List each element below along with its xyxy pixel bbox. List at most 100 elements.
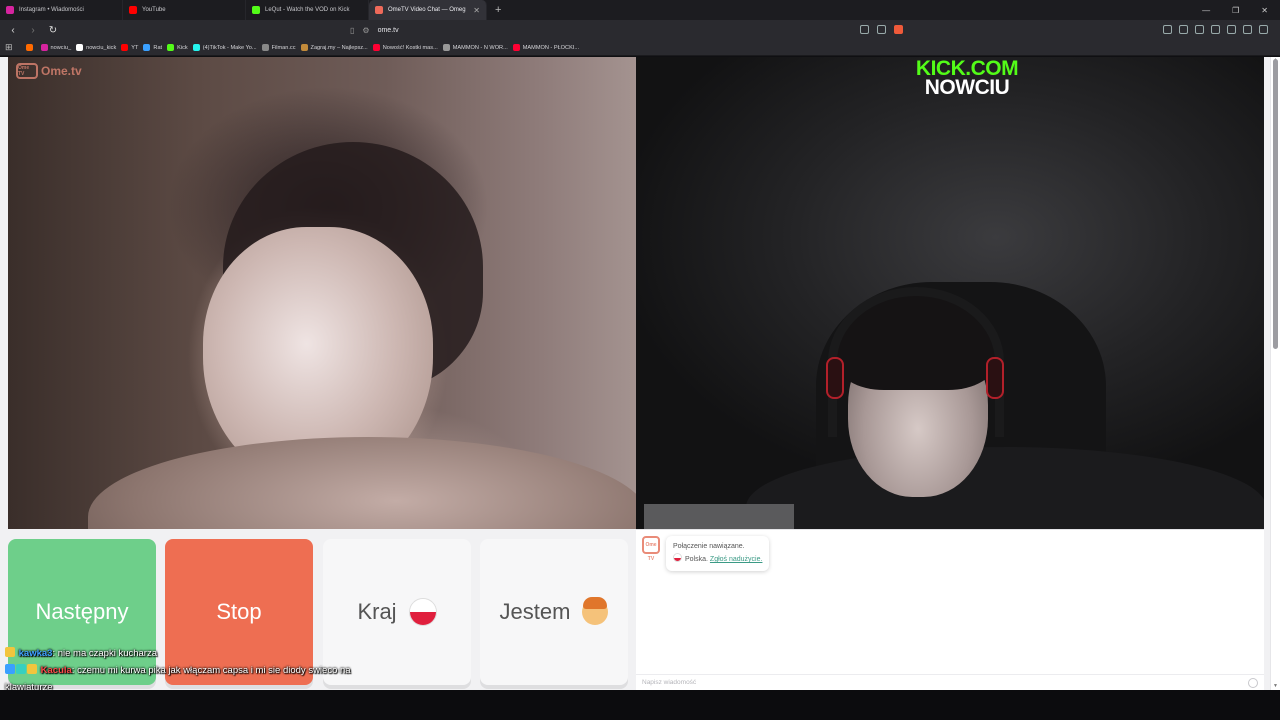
site-info-icon[interactable]: ⚙ [362, 26, 369, 35]
chat-text: : nie ma czapki kucharza [52, 648, 157, 659]
bookmark-favicon-icon [25, 44, 33, 51]
tab-kick[interactable]: LeQut - Watch the VOD on Kick [246, 0, 369, 20]
youtube-icon [372, 44, 380, 51]
emote-badge-icon [5, 647, 15, 657]
filman-icon [261, 44, 269, 51]
menu-icon[interactable] [1259, 25, 1268, 34]
stop-label: Stop [216, 599, 262, 624]
minimize-icon[interactable]: — [1202, 6, 1210, 15]
message-placeholder: Napisz wiadomość [642, 679, 697, 686]
wallet-icon[interactable] [1243, 25, 1252, 34]
moderator-badge-icon [27, 664, 37, 674]
extension-icon[interactable] [1179, 25, 1188, 34]
kick-icon [167, 44, 175, 51]
next-label: Następny [35, 599, 129, 624]
stream-chat-overlay: kawka3: nie ma czapki kucharza Kacula: c… [5, 645, 405, 696]
bookmark-item[interactable]: YT [121, 44, 138, 51]
tab-instagram[interactable]: Instagram • Wiadomości [0, 0, 123, 20]
connected-text: Połączenie nawiązane. [673, 543, 745, 550]
chat-username: Kacula [40, 665, 72, 676]
url-text: ome.tv [377, 26, 399, 34]
restore-icon[interactable]: ❐ [1232, 6, 1239, 15]
reload-icon[interactable]: ↻ [46, 25, 60, 36]
back-icon[interactable]: ‹ [6, 25, 20, 36]
bookmark-item[interactable]: nowciu_kick [76, 44, 116, 51]
video-figure [644, 504, 794, 529]
scroll-down-icon[interactable]: ▼ [1273, 683, 1278, 689]
bookmark-item[interactable]: (4)TikTok - Make Yo... [192, 44, 257, 51]
bookmark-item[interactable]: Kick [167, 44, 188, 51]
page-scrollbar[interactable]: ▲ ▼ [1270, 57, 1280, 690]
install-app-icon[interactable] [860, 25, 869, 34]
logo-box: Ome TV [16, 63, 38, 79]
new-tab-button[interactable]: + [495, 4, 501, 16]
tab-label: OmeTV Video Chat — Omeg [388, 7, 466, 13]
stranger-video: Ome TV Ome.tv [8, 57, 636, 529]
youtube-icon [121, 44, 129, 51]
window-controls: — ❐ ✕ [1202, 6, 1280, 15]
message-input[interactable]: Napisz wiadomość [636, 674, 1264, 690]
chat-username: kawka3 [18, 648, 53, 659]
chat-message: kawka3: nie ma czapki kucharza [5, 645, 405, 662]
globe-icon [442, 44, 450, 51]
kick-icon [252, 6, 260, 14]
rat-icon [143, 44, 151, 51]
music-icon[interactable] [1227, 25, 1236, 34]
share-icon[interactable] [877, 25, 886, 34]
tab-strip: Instagram • Wiadomości YouTube LeQut - W… [0, 0, 1280, 20]
tiktok-icon [192, 44, 200, 51]
youtube-icon [129, 6, 137, 14]
poland-flag-icon [673, 553, 682, 562]
bookmark-item[interactable]: MAMMON - N WOR... [442, 44, 508, 51]
bookmark-item[interactable]: MAMMON - PŁOCKI... [512, 44, 579, 51]
subscriber-badge-icon [5, 664, 15, 674]
x-icon [76, 44, 84, 51]
ometv-logo: Ome TV Ome.tv [16, 63, 82, 79]
country-label: Kraj [357, 599, 397, 624]
bottom-strip [0, 690, 1280, 720]
instagram-icon [6, 6, 14, 14]
logo-text: Ome.tv [41, 64, 82, 78]
youtube-icon [512, 44, 520, 51]
page-actions [860, 25, 903, 34]
ometv-avatar: Ome TV [642, 536, 660, 562]
stream-watermark: KICK.COM NOWCIU [902, 58, 1032, 98]
close-window-icon[interactable]: ✕ [1261, 6, 1268, 15]
emoji-picker-icon[interactable] [1248, 677, 1258, 688]
bookmark-item[interactable]: Rat [143, 44, 162, 51]
extensions-puzzle-icon[interactable] [1195, 25, 1204, 34]
zagraj-icon [300, 44, 308, 51]
close-tab-icon[interactable]: ✕ [473, 6, 480, 15]
bookmark-item[interactable] [25, 44, 36, 51]
tab-ometv[interactable]: OmeTV Video Chat — Omeg ✕ [369, 0, 487, 20]
gender-button[interactable]: Jestem [480, 539, 628, 685]
extensions-bar [1163, 25, 1268, 34]
instagram-icon [40, 44, 48, 51]
brave-shield-icon[interactable] [894, 25, 903, 34]
bookmark-item[interactable]: nowciu_ [40, 44, 71, 51]
ometv-page: Ome TV Ome.tv KICK.COM NOWCIU Następny S… [0, 57, 1280, 690]
extension-icon[interactable] [1163, 25, 1172, 34]
gender-label: Jestem [499, 599, 571, 624]
tab-youtube[interactable]: YouTube [123, 0, 246, 20]
apps-grid-icon[interactable]: ⊞ [5, 42, 13, 53]
bookmark-item[interactable]: Zagraj.my – Najlepsz... [300, 44, 368, 51]
ometv-icon [375, 6, 383, 14]
headset-shape [828, 287, 1004, 437]
kick-watermark-line2: NOWCIU [924, 76, 1010, 99]
report-abuse-link[interactable]: Zgłoś nadużycie. [710, 556, 763, 563]
sidebar-icon[interactable] [1211, 25, 1220, 34]
bookmark-item[interactable]: Filman.cc [261, 44, 296, 51]
tab-label: YouTube [142, 7, 166, 13]
bookmark-icon[interactable]: ▯ [350, 26, 354, 35]
bookmark-item[interactable]: Nowość! Kostki mas... [372, 44, 438, 51]
chat-panel: Ome TV Połączenie nawiązane. Polska. Zgł… [636, 529, 1264, 690]
country-text: Polska. [685, 556, 708, 563]
system-message: Połączenie nawiązane. Polska. Zgłoś nadu… [666, 536, 770, 571]
tab-label: Instagram • Wiadomości [19, 7, 84, 13]
headset-earcup [986, 357, 1004, 399]
bookmarks-bar: ⊞ nowciu_ nowciu_kick YT Rat Kick (4)Tik… [0, 40, 1280, 56]
url-field[interactable]: ▯ ⚙ ome.tv [350, 23, 840, 37]
forward-icon[interactable]: › [26, 25, 40, 36]
scroll-thumb[interactable] [1273, 59, 1278, 349]
